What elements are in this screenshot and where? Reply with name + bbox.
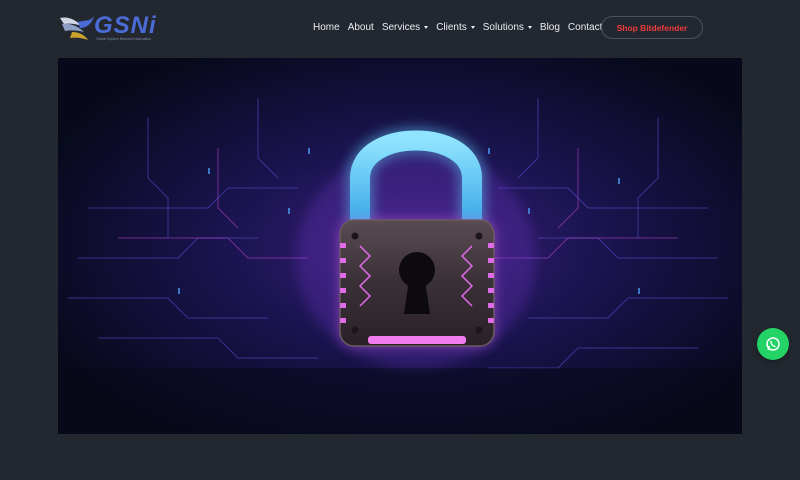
bird-logo-icon [60, 16, 94, 40]
logo-tagline: Global System Network Information [96, 37, 152, 41]
padlock-circuit-illustration [58, 58, 742, 434]
nav-solutions[interactable]: Solutions [483, 22, 532, 33]
nav-services-label: Services [381, 21, 421, 33]
nav-contact-label: Contact [567, 21, 603, 33]
nav-home[interactable]: Home [313, 22, 340, 33]
nav-blog-label: Blog [539, 21, 560, 33]
chevron-down-icon [424, 25, 429, 29]
nav-blog[interactable]: Blog [540, 22, 560, 33]
shop-bitdefender-label: Shop Bitdefender [616, 22, 688, 33]
main-nav: Home About Services Clients Solutions Bl… [313, 17, 610, 37]
nav-clients[interactable]: Clients [436, 22, 475, 33]
shop-bitdefender-button[interactable]: Shop Bitdefender [601, 16, 703, 39]
nav-about-label: About [347, 21, 374, 33]
site-header: GSNi Global System Network Information H… [0, 0, 800, 56]
chevron-down-icon [470, 25, 475, 29]
chevron-down-icon [527, 25, 532, 29]
nav-about[interactable]: About [348, 22, 374, 33]
logo-wordmark: GSNi [94, 12, 157, 39]
site-logo[interactable]: GSNi Global System Network Information [58, 10, 168, 44]
nav-clients-label: Clients [436, 21, 467, 33]
nav-home-label: Home [313, 21, 340, 33]
nav-contact[interactable]: Contact [568, 22, 602, 33]
whatsapp-icon [766, 337, 780, 351]
hero-image [58, 58, 742, 434]
whatsapp-button[interactable] [757, 328, 789, 360]
nav-services[interactable]: Services [381, 21, 429, 33]
nav-solutions-label: Solutions [482, 21, 524, 33]
